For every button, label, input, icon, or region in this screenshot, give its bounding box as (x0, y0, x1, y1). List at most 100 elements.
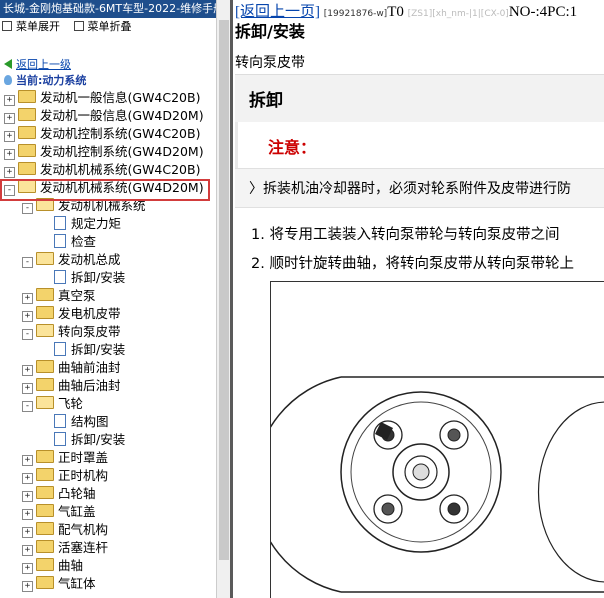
tree-item[interactable]: + 正时机构 (22, 467, 108, 485)
document-icon (54, 216, 66, 230)
selection-highlight (0, 179, 210, 201)
tree-item[interactable]: 结构图 (40, 413, 109, 431)
tree-item[interactable]: 拆卸/安装 (40, 269, 125, 287)
collapse-node-icon[interactable]: - (22, 401, 33, 412)
expand-icon (2, 21, 12, 31)
scrollbar-thumb[interactable] (219, 20, 229, 560)
tree-item-label: 曲轴后油封 (58, 378, 121, 393)
expand-node-icon[interactable]: + (22, 527, 33, 538)
collapse-node-icon[interactable]: - (22, 203, 33, 214)
content-pane: [返回上一页] [19921876-w]T0 [ZS1][xh_nm-|1|[C… (233, 0, 604, 598)
expand-node-icon[interactable]: + (22, 491, 33, 502)
tree-item-label: 曲轴 (58, 558, 84, 573)
diagram-figure (253, 281, 604, 598)
tree-item[interactable]: + 真空泵 (22, 287, 96, 305)
folder-icon (36, 306, 54, 319)
expand-node-icon[interactable]: + (22, 563, 33, 574)
tree-item-label: 活塞连杆 (58, 540, 109, 555)
tree-item[interactable]: 拆卸/安装 (40, 431, 125, 449)
tree-item-label: 凸轮轴 (58, 486, 96, 501)
expand-node-icon[interactable]: + (22, 293, 33, 304)
folder-icon (36, 468, 54, 481)
menu-expand-button[interactable]: 菜单展开 (2, 20, 60, 33)
left-scrollbar[interactable] (216, 0, 231, 598)
section-header-bg (235, 74, 604, 123)
tree-item[interactable]: + 凸轮轴 (22, 485, 96, 503)
tree-item-label: 气缸盖 (58, 504, 96, 519)
tree-item[interactable]: - 飞轮 (22, 395, 83, 413)
tree-item[interactable]: + 发动机一般信息(GW4D20M) (4, 107, 204, 125)
folder-open-icon (36, 396, 54, 409)
doc-no: NO-:4PC:1 (508, 4, 578, 20)
folder-icon (36, 486, 54, 499)
tree-item-label: 气缸体 (58, 576, 96, 591)
expand-node-icon[interactable]: + (4, 95, 15, 106)
doc-meta: [ZS1][xh_nm-|1|[CX-0] (407, 9, 509, 19)
menu-collapse-label: 菜单折叠 (87, 20, 132, 33)
tree-item-label: 配气机构 (58, 522, 109, 537)
tree-item[interactable]: + 曲轴 (22, 557, 83, 575)
tree-item[interactable]: + 气缸体 (22, 575, 96, 593)
caution-text: 〉拆装机油冷却器时，必须对轮系附件及皮带进行防 (249, 181, 571, 197)
tree-item[interactable]: + 活塞连杆 (22, 539, 108, 557)
expand-node-icon[interactable]: + (22, 581, 33, 592)
tree-item[interactable]: + 气缸盖 (22, 503, 96, 521)
tree-item-label: 飞轮 (58, 396, 84, 411)
document-icon (54, 432, 66, 446)
collapse-node-icon[interactable]: - (22, 257, 33, 268)
tree-item[interactable]: + 发动机机械系统(GW4C20B) (4, 161, 200, 179)
expand-node-icon[interactable]: + (22, 473, 33, 484)
window-title: 长城-金刚炮基础款-6MT车型-2022-维修手册 (0, 0, 216, 18)
tree-item[interactable]: + 曲轴后油封 (22, 377, 121, 395)
expand-node-icon[interactable]: + (4, 149, 15, 160)
expand-node-icon[interactable]: + (22, 455, 33, 466)
tree-item-label: 规定力矩 (71, 216, 122, 231)
tree-item[interactable]: + 正时罩盖 (22, 449, 108, 467)
tree-item[interactable]: - 转向泵皮带 (22, 323, 121, 341)
doc-t0: T0 (387, 4, 404, 20)
expand-node-icon[interactable]: + (22, 365, 33, 376)
folder-icon (18, 126, 36, 139)
tree-item[interactable]: 规定力矩 (40, 215, 121, 233)
tree-item[interactable]: - 发动机总成 (22, 251, 121, 269)
folder-icon (36, 378, 54, 391)
folder-icon (36, 504, 54, 517)
tree-item[interactable]: + 配气机构 (22, 521, 108, 539)
tree-item[interactable]: + 发动机控制系统(GW4D20M) (4, 143, 204, 161)
tree-item[interactable]: 拆卸/安装 (40, 341, 125, 359)
tree-item-label: 正时罩盖 (58, 450, 109, 465)
tree-item[interactable]: 检查 (40, 233, 96, 251)
current-location: 当前:动力系统 (4, 72, 86, 88)
document-icon (54, 234, 66, 248)
folder-icon (36, 450, 54, 463)
collapse-node-icon[interactable]: - (22, 329, 33, 340)
expand-node-icon[interactable]: + (22, 545, 33, 556)
tree-item[interactable]: + 发电机皮带 (22, 305, 121, 323)
folder-icon (36, 522, 54, 535)
folder-icon (18, 108, 36, 121)
location-pin-icon (4, 75, 12, 85)
tree-item[interactable]: + 发动机控制系统(GW4C20B) (4, 125, 200, 143)
expand-node-icon[interactable]: + (22, 509, 33, 520)
page-subtitle: 转向泵皮带 (235, 55, 305, 71)
expand-node-icon[interactable]: + (4, 131, 15, 142)
tree-item-label: 发动机一般信息(GW4C20B) (40, 90, 201, 105)
back-link[interactable]: 返回上一级 (4, 56, 71, 72)
menu-collapse-button[interactable]: 菜单折叠 (73, 20, 132, 33)
back-link-label: 返回上一级 (16, 58, 71, 71)
folder-icon (36, 540, 54, 553)
section-title: 拆卸 (249, 91, 283, 111)
tree-item[interactable]: + 曲轴前油封 (22, 359, 121, 377)
expand-node-icon[interactable]: + (22, 311, 33, 322)
expand-node-icon[interactable]: + (4, 167, 15, 178)
step-1: 1. 将专用工装装入转向泵带轮与转向泵皮带之间 (251, 227, 560, 243)
folder-open-icon (36, 252, 54, 265)
expand-node-icon[interactable]: + (4, 113, 15, 124)
folder-icon (36, 576, 54, 589)
menu-expand-label: 菜单展开 (16, 20, 60, 33)
tree-item-label: 检查 (71, 234, 97, 249)
tree-item[interactable]: + 发动机一般信息(GW4C20B) (4, 89, 200, 107)
expand-node-icon[interactable]: + (22, 383, 33, 394)
current-location-label: 当前:动力系统 (16, 74, 87, 87)
tree-item-label: 发动机控制系统(GW4D20M) (40, 144, 204, 159)
